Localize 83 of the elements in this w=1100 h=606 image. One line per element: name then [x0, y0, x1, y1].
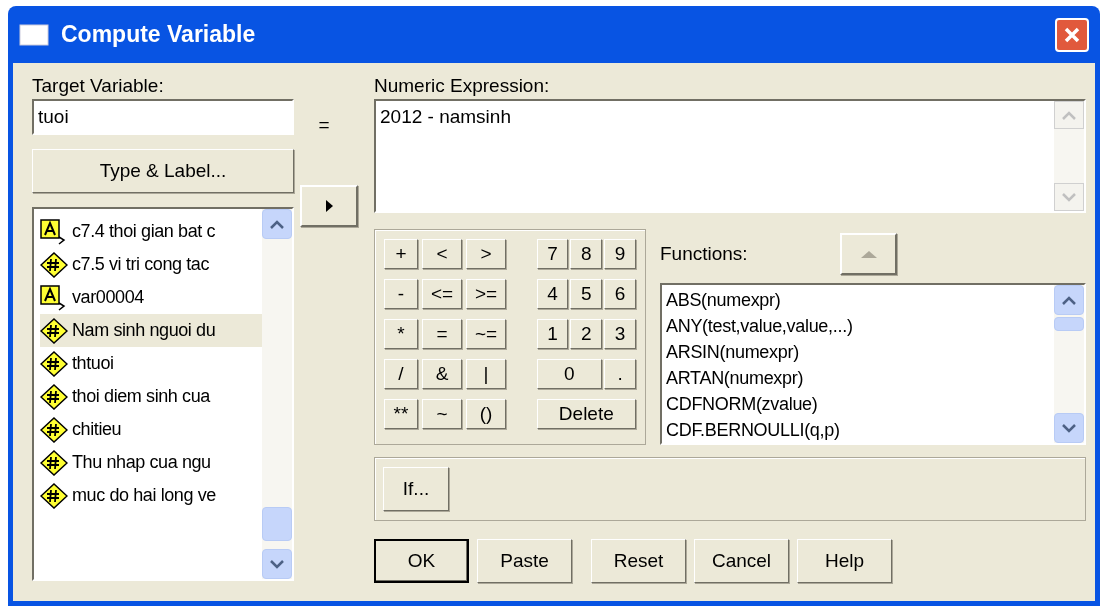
numeric-variable-icon	[40, 317, 68, 344]
triangle-up-icon	[859, 249, 878, 259]
keypad-key[interactable]: 2	[570, 319, 603, 349]
keypad-key[interactable]: <=	[422, 279, 462, 309]
dialog-button[interactable]: Cancel	[694, 539, 789, 583]
variable-item[interactable]: var00004	[40, 281, 262, 314]
keypad-key[interactable]: Delete	[536, 399, 636, 429]
numeric-variable-icon	[40, 383, 68, 410]
numeric-variable-icon	[40, 251, 68, 278]
numeric-variable-icon	[40, 416, 68, 443]
keypad-key[interactable]: 0	[536, 359, 603, 389]
variable-item[interactable]: thoi diem sinh cua	[40, 380, 262, 413]
variable-item[interactable]: thtuoi	[40, 347, 262, 380]
variable-item[interactable]: c7.5 vi tri cong tac	[40, 248, 262, 281]
dialog-button[interactable]: Paste	[477, 539, 572, 583]
keypad-key[interactable]: 6	[604, 279, 636, 309]
window-icon	[19, 23, 49, 46]
keypad-key[interactable]: 3	[604, 319, 636, 349]
target-variable-field[interactable]: tuoi	[32, 99, 294, 135]
chevron-down-icon	[1062, 423, 1076, 433]
keypad-key[interactable]: 5	[570, 279, 603, 309]
keypad-key[interactable]: ~=	[466, 319, 506, 349]
variable-item[interactable]: Nam sinh nguoi du	[40, 314, 262, 347]
function-item[interactable]: ARTAN(numexpr)	[666, 365, 1054, 391]
equals-sign: =	[318, 113, 330, 137]
keypad-key[interactable]: |	[466, 359, 506, 389]
close-icon	[1063, 25, 1081, 44]
functions-label: Functions:	[660, 241, 749, 266]
move-right-button[interactable]	[300, 184, 358, 227]
keypad-key[interactable]: 8	[570, 239, 603, 269]
keypad-key[interactable]: >=	[466, 279, 506, 309]
numeric-expression-label: Numeric Expression:	[374, 74, 551, 98]
chevron-up-icon	[270, 219, 284, 229]
keypad-key[interactable]: /	[384, 359, 418, 389]
function-item[interactable]: CDF.BERNOULLI(q,p)	[666, 417, 1054, 443]
dialog-button[interactable]: Help	[797, 539, 892, 583]
function-item[interactable]: ARSIN(numexpr)	[666, 339, 1054, 365]
scroll-down-button[interactable]	[262, 549, 292, 579]
scroll-up-button[interactable]	[1054, 285, 1084, 315]
string-variable-icon	[40, 284, 68, 311]
variable-item[interactable]: chitieu	[40, 413, 262, 446]
function-item[interactable]: ABS(numexpr)	[666, 287, 1054, 313]
scroll-down-button[interactable]	[1054, 413, 1084, 443]
keypad-key[interactable]: ()	[466, 399, 506, 429]
variable-item[interactable]: muc do hai long ve	[40, 479, 262, 512]
type-label-button[interactable]: Type & Label...	[32, 149, 294, 193]
keypad-key[interactable]: 1	[536, 319, 569, 349]
close-button[interactable]	[1055, 17, 1089, 52]
keypad-key[interactable]: +	[384, 239, 418, 269]
dialog-button[interactable]: Reset	[591, 539, 686, 583]
keypad-key[interactable]: <	[422, 239, 462, 269]
if-button[interactable]: If...	[383, 467, 449, 511]
scroll-thumb[interactable]	[1054, 317, 1084, 331]
numeric-variable-icon	[40, 482, 68, 509]
keypad-key[interactable]: 7	[536, 239, 569, 269]
keypad-key[interactable]: **	[384, 399, 418, 429]
window-title: Compute Variable	[61, 20, 257, 50]
chevron-down-icon	[270, 559, 284, 569]
keypad-key[interactable]: &	[422, 359, 462, 389]
chevron-up-icon	[1062, 110, 1076, 120]
function-item[interactable]: ANY(test,value,value,...)	[666, 313, 1054, 339]
variable-item[interactable]: c7.4 thoi gian bat c	[40, 215, 262, 248]
keypad-key[interactable]: >	[466, 239, 506, 269]
keypad-key[interactable]: -	[384, 279, 418, 309]
triangle-right-icon	[324, 198, 334, 213]
keypad-key[interactable]: *	[384, 319, 418, 349]
move-up-button[interactable]	[840, 233, 897, 275]
keypad-key[interactable]: =	[422, 319, 462, 349]
chevron-up-icon	[1062, 295, 1076, 305]
target-variable-label: Target Variable:	[32, 74, 165, 98]
numeric-variable-icon	[40, 350, 68, 377]
function-item[interactable]: CDFNORM(zvalue)	[666, 391, 1054, 417]
chevron-down-icon	[1062, 192, 1076, 202]
keypad-key[interactable]: .	[604, 359, 636, 389]
scroll-up-button[interactable]	[262, 209, 292, 239]
dialog-button[interactable]: OK	[374, 539, 469, 583]
scroll-thumb[interactable]	[262, 507, 292, 541]
keypad-key[interactable]: 4	[536, 279, 569, 309]
numeric-variable-icon	[40, 449, 68, 476]
variable-item[interactable]: Thu nhap cua ngu	[40, 446, 262, 479]
keypad-key[interactable]: 9	[604, 239, 636, 269]
keypad-key[interactable]: ~	[422, 399, 462, 429]
string-variable-icon	[40, 218, 68, 245]
